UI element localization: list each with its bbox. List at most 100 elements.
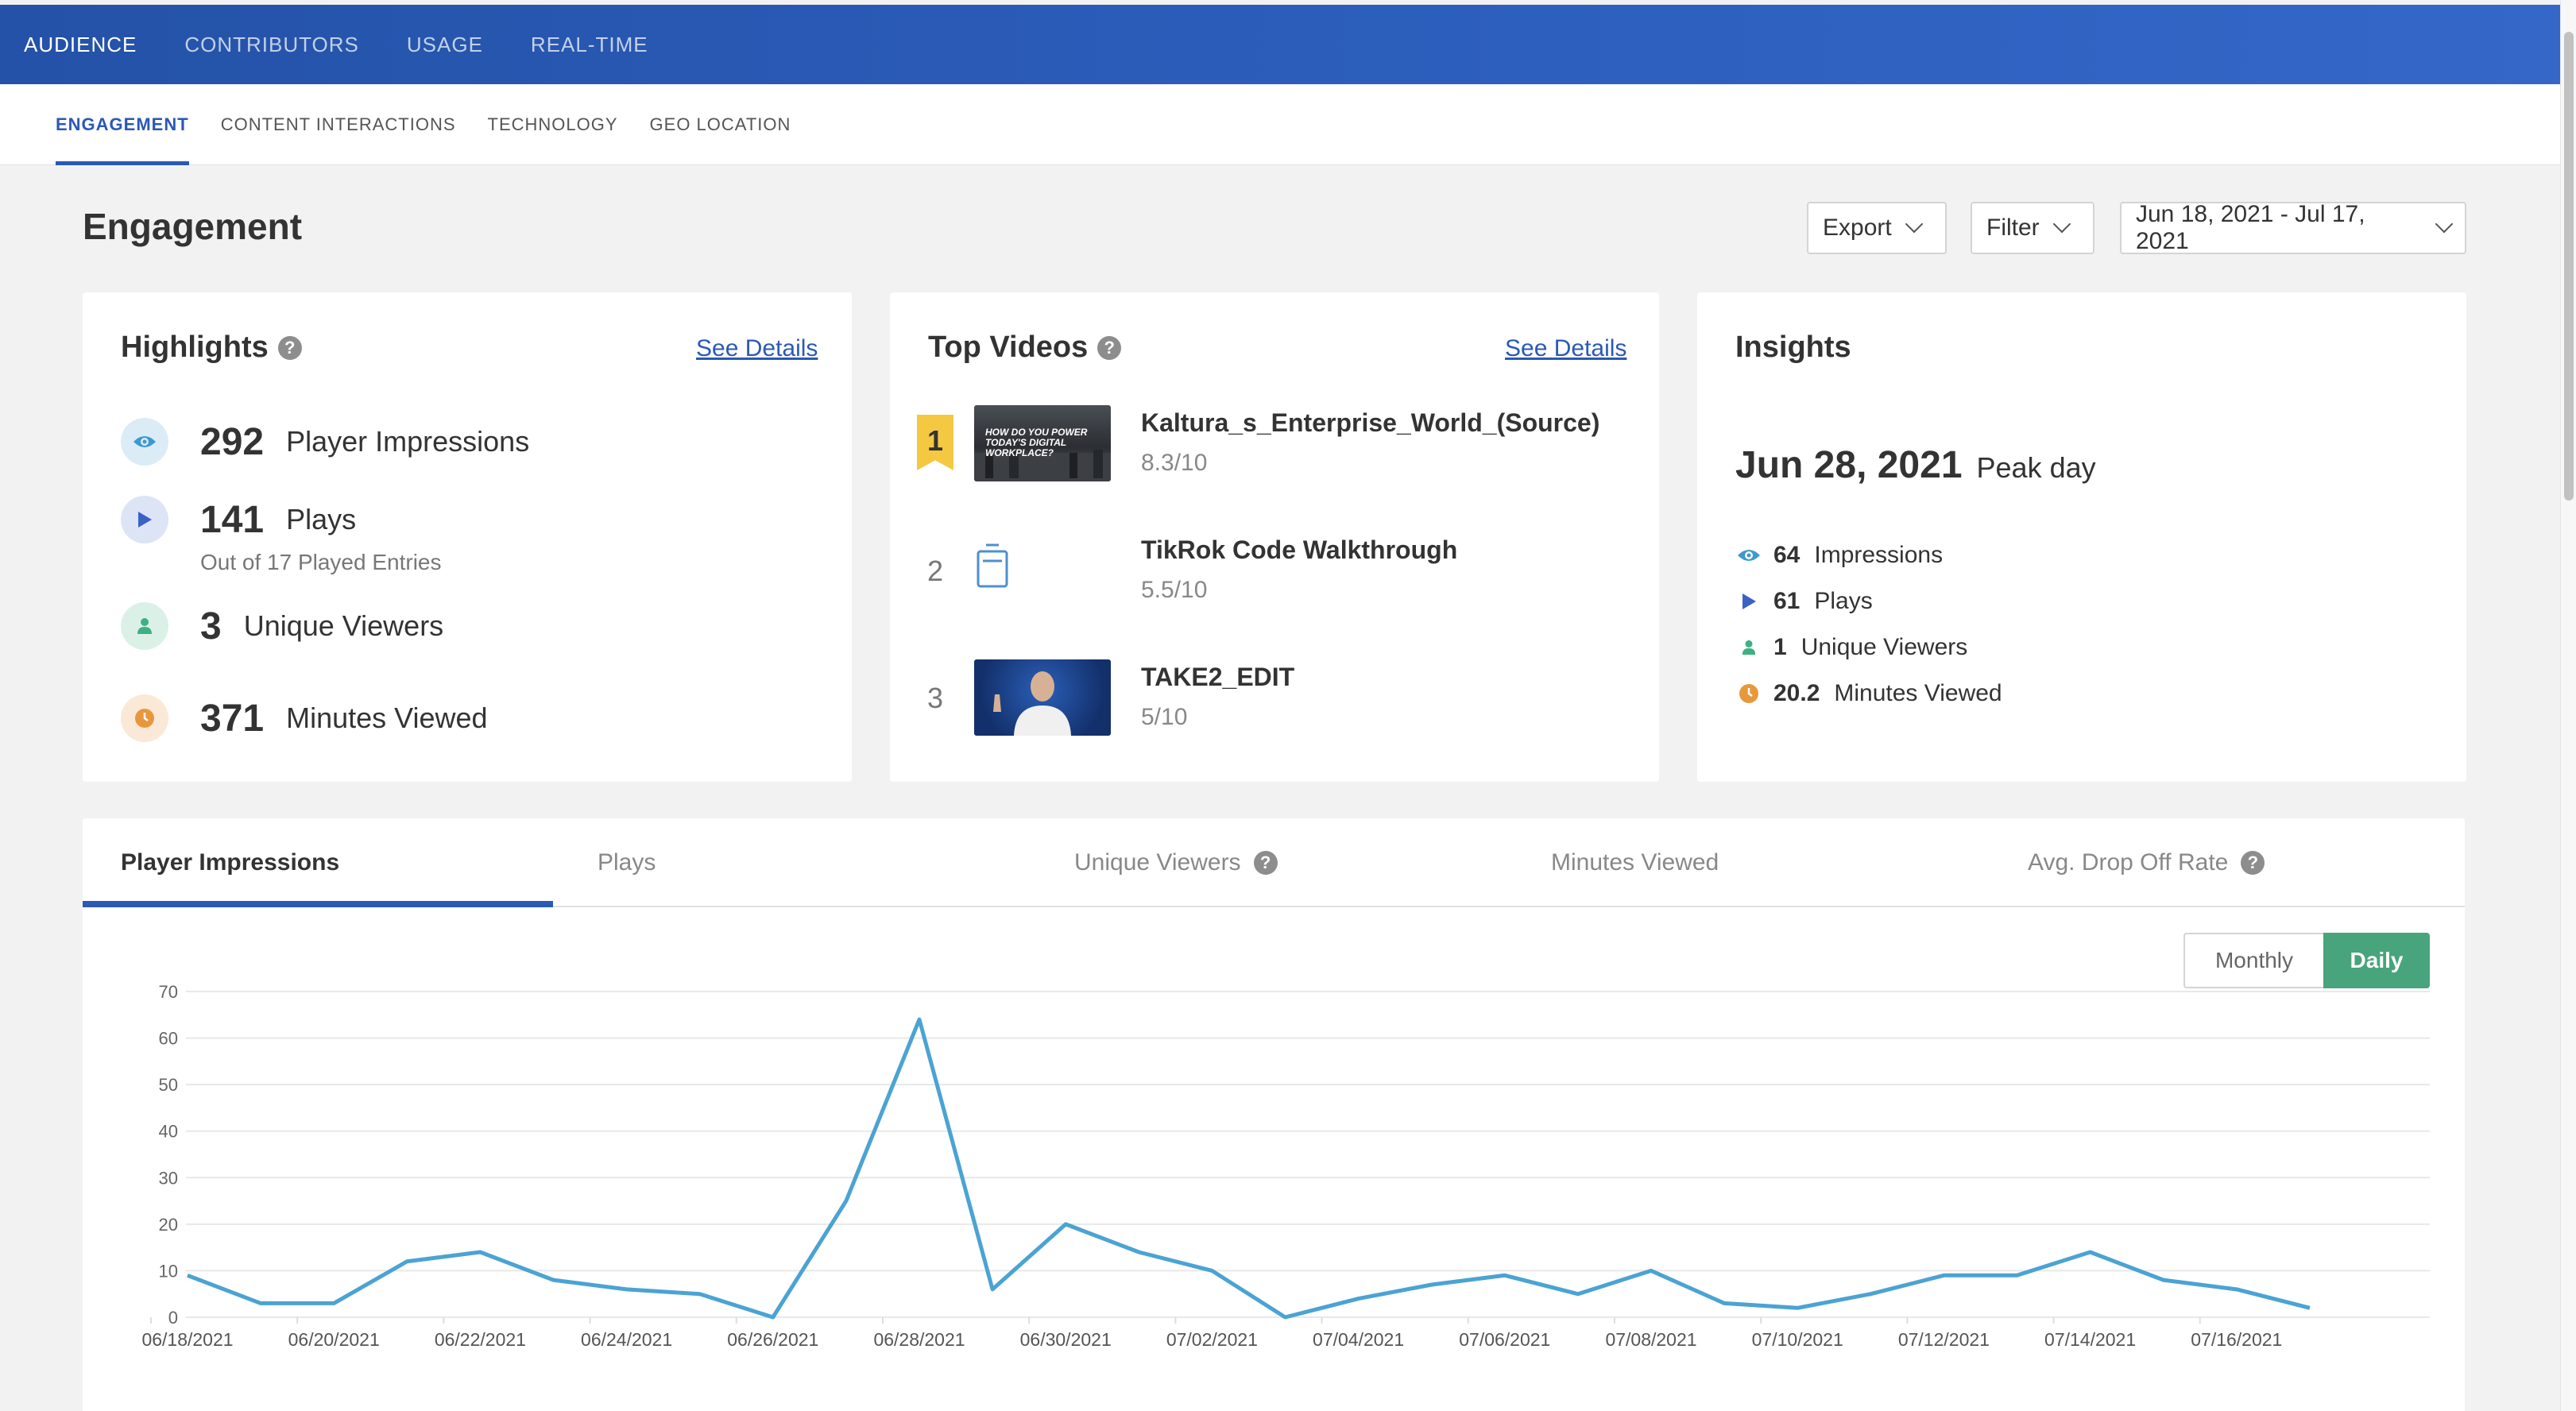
date-range-picker[interactable]: Jun 18, 2021 - Jul 17, 2021 (2120, 201, 2466, 254)
insight-unique-viewers: 1 Unique Viewers (1735, 634, 1967, 661)
eye-icon (1735, 547, 1762, 563)
insight-impressions-label: Impressions (1814, 542, 1944, 568)
top-videos-card: Top Videos ? See Details 1 HOW DO YOU PO… (890, 292, 1659, 782)
y-tick-label: 60 (159, 1029, 178, 1049)
help-icon[interactable]: ? (277, 335, 302, 360)
subtab-geo-location[interactable]: GEO LOCATION (650, 84, 791, 165)
plays-value: 141 (200, 498, 265, 541)
peak-day: Jun 28, 2021 Peak day (1735, 443, 2096, 487)
peak-date: Jun 28, 2021 (1735, 444, 1963, 486)
tab-audience[interactable]: AUDIENCE (24, 33, 137, 57)
viewers-label: Unique Viewers (243, 609, 444, 642)
highlight-minutes-viewed: 371 Minutes Viewed (121, 694, 488, 742)
plays-label: Plays (286, 503, 357, 535)
x-tick-label: 07/02/2021 (1166, 1329, 1258, 1350)
tab-real-time[interactable]: REAL-TIME (531, 33, 648, 57)
video-thumbnail[interactable] (974, 659, 1111, 736)
impressions-line-chart: 0 10 20 30 40 50 60 70 06/18/2021 06/20/2021 06/22… (141, 982, 2430, 1350)
x-tick-label: 06/28/2021 (873, 1329, 965, 1350)
x-tick-label: 07/14/2021 (2044, 1329, 2136, 1350)
video-score: 5.5/10 (1141, 577, 1208, 603)
filter-label: Filter (1986, 215, 2040, 241)
minutes-value: 371 (200, 697, 265, 740)
y-tick-label: 0 (168, 1308, 178, 1328)
rank-number: 1 (926, 424, 944, 457)
rank-number: 2 (926, 555, 944, 587)
rank-number: 3 (926, 682, 944, 714)
x-tick-label: 06/24/2021 (581, 1329, 672, 1350)
highlights-see-details-link[interactable]: See Details (696, 335, 818, 362)
date-range-label: Jun 18, 2021 - Jul 17, 2021 (2136, 201, 2365, 254)
impressions-label: Player Impressions (286, 425, 530, 458)
highlights-title: Highlights ? (121, 331, 302, 365)
impressions-value: 292 (200, 420, 265, 463)
top-video-item[interactable]: 1 HOW DO YOU POWER TODAY'S DIGITAL WORKP… (917, 405, 1632, 481)
top-video-item[interactable]: 2 TikRok Code Walkthrough 5.5/10 (917, 532, 1632, 609)
highlight-unique-viewers: 3 Unique Viewers (121, 602, 443, 650)
chevron-down-icon (2052, 215, 2071, 234)
page-scrollbar[interactable] (2560, 0, 2576, 1411)
filter-dropdown[interactable]: Filter (1971, 202, 2094, 254)
insight-plays-label: Plays (1814, 588, 1873, 614)
tab-usage[interactable]: USAGE (407, 33, 483, 57)
page-title: Engagement (83, 206, 303, 247)
y-tick-label: 40 (159, 1122, 178, 1142)
top-video-item[interactable]: 3 TAKE2_EDIT 5/10 (917, 659, 1632, 736)
video-name[interactable]: Kaltura_s_Enterprise_World_(Source) (1141, 408, 1599, 438)
x-tick-label: 06/18/2021 (141, 1329, 233, 1350)
insight-plays: 61 Plays (1735, 588, 1873, 615)
x-tick-label: 06/20/2021 (288, 1329, 380, 1350)
insight-impressions-value: 64 (1773, 542, 1800, 568)
highlights-title-text: Highlights (121, 331, 269, 364)
rank-badge: 1 (917, 415, 953, 470)
video-name[interactable]: TAKE2_EDIT (1141, 663, 1294, 692)
x-tick-label: 07/12/2021 (1898, 1329, 1990, 1350)
clock-icon (1735, 683, 1762, 704)
chart-panel: Player Impressions Plays Unique Viewers … (83, 818, 2465, 1411)
insight-plays-value: 61 (1773, 588, 1800, 614)
insight-viewers-label: Unique Viewers (1800, 634, 1968, 660)
top-videos-title-text: Top Videos (928, 331, 1089, 364)
document-icon (977, 543, 1008, 588)
subtab-content-interactions[interactable]: CONTENT INTERACTIONS (221, 84, 456, 165)
video-score: 8.3/10 (1141, 450, 1208, 476)
top-videos-title: Top Videos ? (928, 331, 1122, 365)
user-icon (121, 602, 168, 650)
x-tick-label: 07/06/2021 (1459, 1329, 1550, 1350)
scrollbar-thumb[interactable] (2564, 32, 2574, 501)
play-icon (1735, 592, 1762, 611)
clock-icon (121, 694, 168, 742)
video-thumbnail[interactable]: HOW DO YOU POWER TODAY'S DIGITAL WORKPLA… (974, 405, 1111, 481)
insight-minutes-viewed: 20.2 Minutes Viewed (1735, 680, 2002, 707)
video-thumbnail[interactable] (974, 532, 1111, 609)
x-tick-label: 07/10/2021 (1752, 1329, 1843, 1350)
minutes-label: Minutes Viewed (286, 702, 488, 734)
y-tick-label: 10 (159, 1261, 178, 1281)
insights-card: Insights Jun 28, 2021 Peak day 64 Impres… (1697, 292, 2466, 782)
x-tick-label: 07/08/2021 (1605, 1329, 1696, 1350)
export-dropdown[interactable]: Export (1807, 202, 1947, 254)
tab-contributors[interactable]: CONTRIBUTORS (184, 33, 359, 57)
highlights-card: Highlights ? See Details 292 Player Impr… (83, 292, 852, 782)
plays-subtext: Out of 17 Played Entries (200, 550, 442, 574)
peak-day-label: Peak day (1976, 451, 2096, 484)
chevron-down-icon (1905, 215, 1924, 234)
sub-nav: ENGAGEMENT CONTENT INTERACTIONS TECHNOLO… (0, 84, 2560, 165)
help-icon[interactable]: ? (1097, 335, 1122, 360)
y-tick-label: 70 (159, 982, 178, 1002)
chevron-down-icon (2435, 215, 2454, 234)
top-videos-see-details-link[interactable]: See Details (1505, 335, 1626, 362)
highlight-impressions: 292 Player Impressions (121, 418, 529, 466)
subtab-technology[interactable]: TECHNOLOGY (488, 84, 618, 165)
viewers-value: 3 (200, 605, 222, 648)
video-name[interactable]: TikRok Code Walkthrough (1141, 535, 1457, 565)
x-tick-label: 07/04/2021 (1313, 1329, 1404, 1350)
subtab-engagement[interactable]: ENGAGEMENT (56, 84, 189, 165)
eye-icon (121, 418, 168, 466)
play-icon (121, 496, 168, 543)
video-score: 5/10 (1141, 704, 1188, 730)
insights-title: Insights (1735, 331, 1851, 364)
y-tick-label: 50 (159, 1075, 178, 1095)
x-tick-label: 06/22/2021 (435, 1329, 526, 1350)
insight-minutes-label: Minutes Viewed (1834, 680, 2002, 706)
